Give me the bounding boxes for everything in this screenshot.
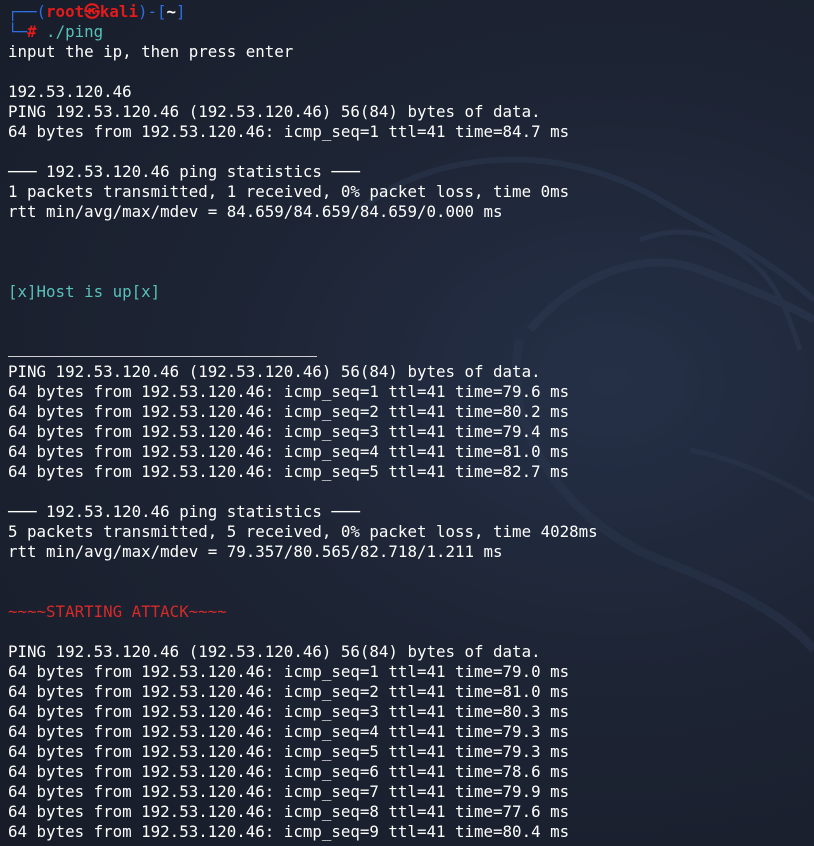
ping-reply-line: 64 bytes from 192.53.120.46: icmp_seq=3 … bbox=[8, 702, 570, 721]
ping-rtt: rtt min/avg/max/mdev = 79.357/80.565/82.… bbox=[8, 542, 503, 561]
ping-header: PING 192.53.120.46 (192.53.120.46) 56(84… bbox=[8, 102, 541, 121]
ping-reply-line: 64 bytes from 192.53.120.46: icmp_seq=1 … bbox=[8, 122, 570, 141]
ip-input-echo: 192.53.120.46 bbox=[8, 82, 132, 101]
attack-banner: ~~~~STARTING ATTACK~~~~ bbox=[8, 602, 227, 621]
prompt-at-symbol: ㉿ bbox=[84, 2, 100, 21]
ping-summary: 5 packets transmitted, 5 received, 0% pa… bbox=[8, 522, 598, 541]
terminal-output[interactable]: ┌──(root㉿kali)-[~] └─# ./ping input the … bbox=[8, 2, 814, 842]
ping-rtt: rtt min/avg/max/mdev = 84.659/84.659/84.… bbox=[8, 202, 503, 221]
prompt-line-1: ┌──(root㉿kali)-[~] bbox=[8, 2, 814, 22]
prompt-frame: ┌──( bbox=[8, 2, 47, 21]
prompt-corner: └─ bbox=[8, 22, 28, 41]
ping-reply-line: 64 bytes from 192.53.120.46: icmp_seq=5 … bbox=[8, 462, 570, 481]
prompt-hash: # bbox=[27, 22, 37, 41]
first-ping-lines: 64 bytes from 192.53.120.46: icmp_seq=1 … bbox=[8, 122, 814, 142]
ping-reply-line: 64 bytes from 192.53.120.46: icmp_seq=8 … bbox=[8, 802, 570, 821]
second-ping-lines: 64 bytes from 192.53.120.46: icmp_seq=1 … bbox=[8, 382, 814, 482]
separator-rule bbox=[8, 342, 317, 357]
prompt-frame-close: )-[ bbox=[137, 2, 167, 21]
prompt-user: root bbox=[46, 2, 85, 21]
ping-stats-header: ─── 192.53.120.46 ping statistics ─── bbox=[8, 162, 360, 181]
ping-reply-line: 64 bytes from 192.53.120.46: icmp_seq=7 … bbox=[8, 782, 570, 801]
ping-reply-line: 64 bytes from 192.53.120.46: icmp_seq=1 … bbox=[8, 662, 570, 681]
ping-header: PING 192.53.120.46 (192.53.120.46) 56(84… bbox=[8, 642, 541, 661]
ping-reply-line: 64 bytes from 192.53.120.46: icmp_seq=2 … bbox=[8, 402, 570, 421]
ping-header: PING 192.53.120.46 (192.53.120.46) 56(84… bbox=[8, 362, 541, 381]
prompt-frame-end: ] bbox=[176, 2, 186, 21]
ping-reply-line: 64 bytes from 192.53.120.46: icmp_seq=3 … bbox=[8, 422, 570, 441]
prompt-line-2: └─# ./ping bbox=[8, 22, 814, 42]
ping-reply-line: 64 bytes from 192.53.120.46: icmp_seq=1 … bbox=[8, 382, 570, 401]
prompt-directory: ~ bbox=[166, 2, 177, 21]
ping-reply-line: 64 bytes from 192.53.120.46: icmp_seq=4 … bbox=[8, 722, 570, 741]
ping-reply-line: 64 bytes from 192.53.120.46: icmp_seq=4 … bbox=[8, 442, 570, 461]
ping-reply-line: 64 bytes from 192.53.120.46: icmp_seq=9 … bbox=[8, 822, 570, 841]
host-status: [x]Host is up[x] bbox=[8, 282, 161, 301]
prompt-host: kali bbox=[99, 2, 138, 21]
ping-summary: 1 packets transmitted, 1 received, 0% pa… bbox=[8, 182, 570, 201]
ping-stats-header: ─── 192.53.120.46 ping statistics ─── bbox=[8, 502, 360, 521]
attack-ping-lines: 64 bytes from 192.53.120.46: icmp_seq=1 … bbox=[8, 662, 814, 842]
ping-reply-line: 64 bytes from 192.53.120.46: icmp_seq=6 … bbox=[8, 762, 570, 781]
separator-line bbox=[8, 342, 814, 362]
command-text: ./ping bbox=[36, 22, 104, 41]
ping-reply-line: 64 bytes from 192.53.120.46: icmp_seq=2 … bbox=[8, 682, 570, 701]
ping-reply-line: 64 bytes from 192.53.120.46: icmp_seq=5 … bbox=[8, 742, 570, 761]
intro-text: input the ip, then press enter bbox=[8, 42, 294, 61]
